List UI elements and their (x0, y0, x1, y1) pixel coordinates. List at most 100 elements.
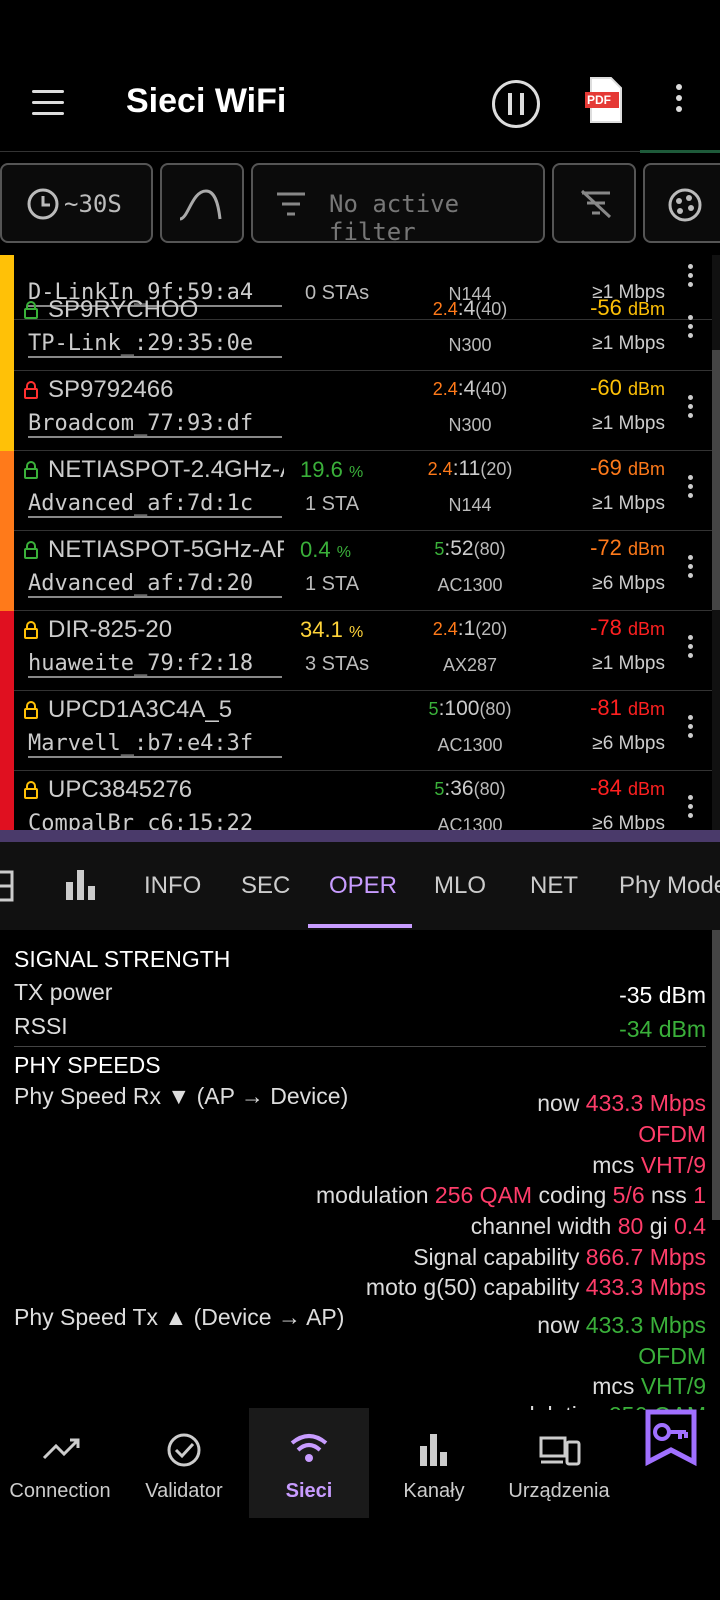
pdf-export-icon[interactable]: PDF (585, 76, 625, 124)
min-rate: ≥6 Mbps (592, 573, 665, 594)
wifi-icon (290, 1434, 328, 1462)
ssid: NETIASPOT-5GHz-AF (48, 536, 284, 563)
network-row[interactable]: SP9RYCHOO TP-Link_:29:35:0e 2.4:4(40) N300 -… (0, 291, 712, 371)
bssid-vendor: huaweite_79:f2:18 (28, 651, 282, 678)
clear-filter-chip[interactable] (552, 163, 636, 243)
scroll-indicator (640, 150, 720, 153)
row-menu-icon[interactable] (688, 315, 694, 342)
phy-mode: N300 (448, 335, 492, 355)
row-menu-icon[interactable] (688, 795, 694, 822)
license-key-icon[interactable] (640, 1408, 702, 1478)
phy-mode: AC1300 (437, 815, 503, 830)
network-list[interactable]: D-LinkIn_9f:59:a4 0 STAs N144 ≥1 Mbps SP9RYC… (0, 255, 712, 830)
details-panel[interactable]: SIGNAL STRENGTH TX power -35 dBm RSSI -3… (0, 930, 720, 1410)
section-divider (14, 1046, 706, 1047)
row-menu-icon[interactable] (688, 635, 694, 662)
phy-mode: N300 (448, 415, 492, 435)
tab-sec[interactable]: SEC (241, 872, 290, 900)
station-count: 3 STAs (305, 653, 370, 675)
row-menu-icon[interactable] (688, 395, 694, 422)
signal-color-bar (0, 771, 14, 830)
ssid: UPCD1A3C4A_5 (48, 696, 233, 723)
row-menu-icon[interactable] (688, 475, 694, 502)
min-rate: ≥1 Mbps (592, 413, 665, 434)
network-row[interactable]: DIR-825-20 huaweite_79:f2:18 34.1 % 3 STAs 2… (0, 611, 712, 691)
signal-strength: -84 dBm (590, 775, 665, 800)
panel-divider[interactable] (0, 830, 720, 842)
signal-strength: -60 dBm (590, 375, 665, 400)
signal-strength: -81 dBm (590, 695, 665, 720)
tab-net[interactable]: NET (530, 872, 578, 900)
network-row[interactable]: NETIASPOT-5GHz-AF Advanced_af:7d:20 0.4 % 1… (0, 531, 712, 611)
ssid: SP9RYCHOO (48, 296, 199, 323)
check-circle-icon (167, 1433, 201, 1467)
rx-channel-width: channel width 80 gi 0.4 (470, 1213, 706, 1239)
active-tab-indicator (308, 924, 412, 928)
details-scrollbar[interactable] (712, 930, 720, 1220)
lock-icon (24, 301, 38, 319)
ssid: DIR-825-20 (48, 616, 173, 643)
ssid: UPC3845276 (48, 776, 193, 803)
network-row[interactable]: UPC3845276 CompalBr_c6:15:22 5:36(80) AC130… (0, 771, 712, 830)
tx-power-label: TX power (14, 979, 113, 1005)
channel-info: 2.4:4(40) (432, 297, 508, 320)
rx-modulation: modulation 256 QAM coding 5/6 nss 1 (316, 1182, 706, 1208)
devices-icon (539, 1436, 581, 1466)
rx-ofdm: OFDM (638, 1121, 706, 1147)
signal-color-bar (0, 691, 14, 771)
bssid-vendor: Broadcom_77:93:df (28, 411, 282, 438)
time-filter-chip[interactable]: ~30S (0, 163, 153, 243)
lock-icon (24, 621, 38, 639)
min-rate: ≥1 Mbps (592, 493, 665, 514)
channel-info: 2.4:4(40) (432, 377, 508, 400)
graph-chip[interactable] (160, 163, 244, 243)
phy-header: PHY SPEEDS (14, 1052, 161, 1078)
min-rate: ≥1 Mbps (592, 333, 665, 354)
rssi-value: -34 dBm (619, 1016, 706, 1042)
bssid-vendor: Marvell_:b7:e4:3f (28, 731, 282, 758)
list-scrollbar[interactable] (712, 255, 720, 830)
clock-icon (27, 188, 59, 220)
nav-validator[interactable]: Validator (124, 1414, 244, 1514)
tab-phy-mode[interactable]: Phy Mode (619, 872, 720, 900)
pause-icon[interactable] (492, 80, 540, 128)
time-filter-label: ~30S (64, 190, 122, 218)
tab-mlo[interactable]: MLO (434, 872, 486, 900)
menu-icon[interactable] (30, 88, 66, 118)
tx-mcs: mcs VHT/9 (592, 1373, 706, 1399)
network-row[interactable]: SP9792466 Broadcom_77:93:df 2.4:4(40) N300 -… (0, 371, 712, 451)
phy-mode: AC1300 (437, 735, 503, 755)
network-row[interactable]: UPCD1A3C4A_5 Marvell_:b7:e4:3f 5:100(80) AC… (0, 691, 712, 771)
bssid-vendor: TP-Link_:29:35:0e (28, 331, 282, 358)
signal-strength: -69 dBm (590, 455, 665, 480)
row-menu-icon[interactable] (688, 715, 694, 742)
filter-chip[interactable]: No active filter (251, 163, 545, 246)
channel-info: 5:100(80) (428, 697, 512, 720)
network-row[interactable]: NETIASPOT-2.4GHz-A Advanced_af:7d:1c 19.6 … (0, 451, 712, 531)
signal-color-bar (0, 451, 14, 531)
tab-chart-icon[interactable] (64, 866, 98, 902)
nav-kanaly[interactable]: Kanały (374, 1414, 494, 1514)
signal-color-bar (0, 291, 14, 371)
page-title: Sieci WiFi (126, 82, 287, 120)
vendor-chip[interactable] (643, 163, 720, 243)
channel-utilization: 19.6 % (300, 457, 364, 482)
divider (0, 151, 720, 152)
tab-oper[interactable]: OPER (329, 872, 397, 900)
nav-urzadzenia[interactable]: Urządzenia (499, 1414, 619, 1514)
tab-compare-icon[interactable] (0, 868, 16, 904)
tx-power-value: -35 dBm (619, 982, 706, 1008)
overflow-menu-icon[interactable] (676, 84, 684, 117)
nav-sieci[interactable]: Sieci (249, 1408, 369, 1518)
lock-icon (24, 701, 38, 719)
row-menu-icon[interactable] (688, 264, 694, 291)
lock-icon (24, 381, 38, 399)
bar-chart-icon (420, 1434, 447, 1466)
tx-now: now 433.3 Mbps (537, 1312, 706, 1338)
tab-info[interactable]: INFO (144, 872, 201, 900)
channel-utilization: 0.4 % (300, 537, 351, 562)
device-capability: moto g(50) capability 433.3 Mbps (365, 1274, 706, 1300)
phy-mode: AX287 (442, 655, 498, 675)
row-menu-icon[interactable] (688, 555, 694, 582)
nav-connection[interactable]: Connection (0, 1414, 120, 1514)
